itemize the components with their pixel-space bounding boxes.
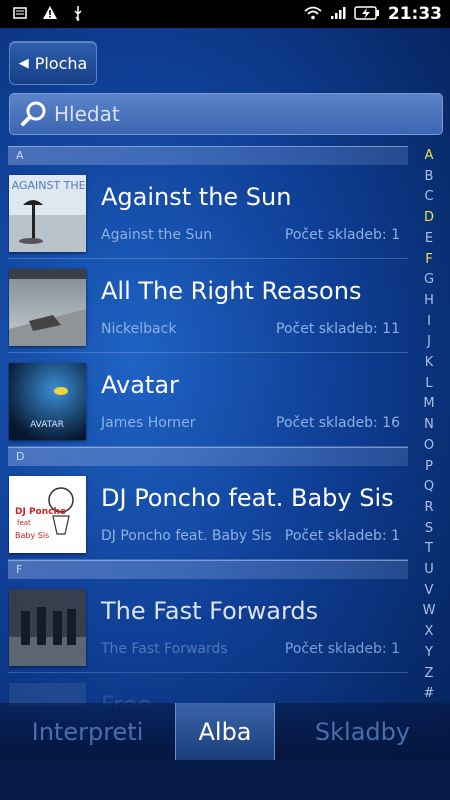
battery-charging-icon: [354, 5, 380, 24]
bottom-bar-background: [0, 760, 450, 800]
back-button-label: Plocha: [34, 53, 88, 73]
tab-tracks[interactable]: Skladby: [275, 703, 450, 760]
album-artist: James Horner: [101, 415, 196, 431]
album-artist: Nickelback: [101, 321, 177, 337]
album-art-text: DJ Poncho: [15, 507, 66, 517]
album-art-text: Baby Sis: [15, 531, 49, 540]
tab-artists[interactable]: Interpreti: [0, 703, 175, 760]
index-letter[interactable]: Q: [424, 477, 434, 498]
track-count: Počet skladeb: 16: [276, 415, 400, 431]
index-letter[interactable]: X: [425, 622, 434, 643]
album-art-text: AGAINST THE SUN: [12, 179, 86, 192]
album-art-text: AVATAR: [30, 420, 64, 430]
index-letter[interactable]: J: [427, 332, 431, 353]
clock: 21:33: [387, 4, 442, 24]
index-letter[interactable]: Z: [425, 664, 434, 685]
list-item[interactable]: AVATAR Avatar James Horner Počet skladeb…: [8, 353, 408, 447]
index-letter[interactable]: O: [424, 436, 434, 457]
index-letter[interactable]: Y: [425, 643, 433, 664]
list-item[interactable]: All The Right Reasons Nickelback Počet s…: [8, 259, 408, 353]
index-letter[interactable]: B: [425, 167, 434, 188]
list-item[interactable]: AGAINST THE SUN Against the Sun Against …: [8, 165, 408, 259]
index-letter[interactable]: M: [423, 394, 434, 415]
list-item[interactable]: Free: [8, 673, 408, 706]
list-item[interactable]: DJ Poncho feat Baby Sis DJ Poncho feat. …: [8, 466, 408, 560]
usb-icon: [72, 5, 84, 24]
alphabet-index[interactable]: A B C D E F G H I J K L M N O P Q R S T U V W X Y Z #: [418, 146, 440, 706]
usb-debugging-icon: [12, 5, 28, 24]
index-letter[interactable]: H: [424, 291, 434, 312]
track-count: Počet skladeb: 11: [276, 321, 400, 337]
index-letter[interactable]: D: [424, 208, 434, 229]
album-list[interactable]: A AGAINST THE SUN Against the Sun Agains…: [8, 146, 408, 706]
index-letter[interactable]: R: [424, 498, 433, 519]
index-letter[interactable]: E: [425, 229, 433, 250]
section-header-a: A: [8, 146, 408, 165]
index-letter[interactable]: L: [425, 374, 432, 395]
section-header-d: D: [8, 447, 408, 466]
index-letter[interactable]: W: [423, 601, 436, 622]
album-artist: DJ Poncho feat. Baby Sis: [101, 528, 272, 544]
album-title: Against the Sun: [101, 183, 292, 211]
status-bar: 21:33: [0, 0, 450, 28]
index-letter[interactable]: U: [424, 560, 434, 581]
track-count: Počet skladeb: 1: [284, 528, 400, 544]
album-art: DJ Poncho feat Baby Sis: [9, 476, 86, 553]
index-letter[interactable]: A: [425, 146, 434, 167]
search-input[interactable]: Hledat: [9, 93, 443, 135]
section-header-f: F: [8, 560, 408, 579]
album-artist: Against the Sun: [101, 227, 213, 243]
index-letter[interactable]: V: [425, 581, 434, 602]
wifi-icon: [304, 6, 322, 23]
index-letter[interactable]: F: [425, 250, 432, 271]
index-letter[interactable]: I: [427, 312, 431, 333]
album-art: AGAINST THE SUN: [9, 175, 86, 252]
track-count: Počet skladeb: 1: [284, 641, 400, 657]
back-button[interactable]: ◀ Plocha: [9, 41, 97, 85]
warning-icon: [42, 5, 58, 24]
album-art: AVATAR: [9, 363, 86, 440]
signal-icon: [330, 6, 346, 23]
track-count: Počet skladeb: 1: [284, 227, 400, 243]
index-letter[interactable]: S: [425, 519, 433, 540]
album-art: [9, 269, 86, 346]
tab-albums[interactable]: Alba: [175, 703, 275, 760]
album-title: DJ Poncho feat. Baby Sis: [101, 484, 394, 512]
album-artist: The Fast Forwards: [101, 641, 228, 657]
search-placeholder: Hledat: [54, 102, 120, 126]
list-item[interactable]: The Fast Forwards The Fast Forwards Poče…: [8, 579, 408, 673]
index-letter[interactable]: T: [425, 539, 433, 560]
index-letter[interactable]: P: [425, 457, 433, 478]
index-letter[interactable]: #: [424, 684, 435, 705]
album-title: Avatar: [101, 371, 179, 399]
album-art-text: feat: [17, 519, 31, 527]
index-letter[interactable]: C: [424, 187, 433, 208]
album-art: [9, 589, 86, 666]
index-letter[interactable]: K: [425, 353, 434, 374]
index-letter[interactable]: N: [424, 415, 434, 436]
album-title: The Fast Forwards: [101, 597, 319, 625]
bottom-tab-bar: Interpreti Alba Skladby: [0, 703, 450, 760]
search-icon: [20, 100, 48, 128]
back-arrow-icon: ◀: [18, 55, 29, 71]
album-title: All The Right Reasons: [101, 277, 362, 305]
index-letter[interactable]: G: [424, 270, 434, 291]
